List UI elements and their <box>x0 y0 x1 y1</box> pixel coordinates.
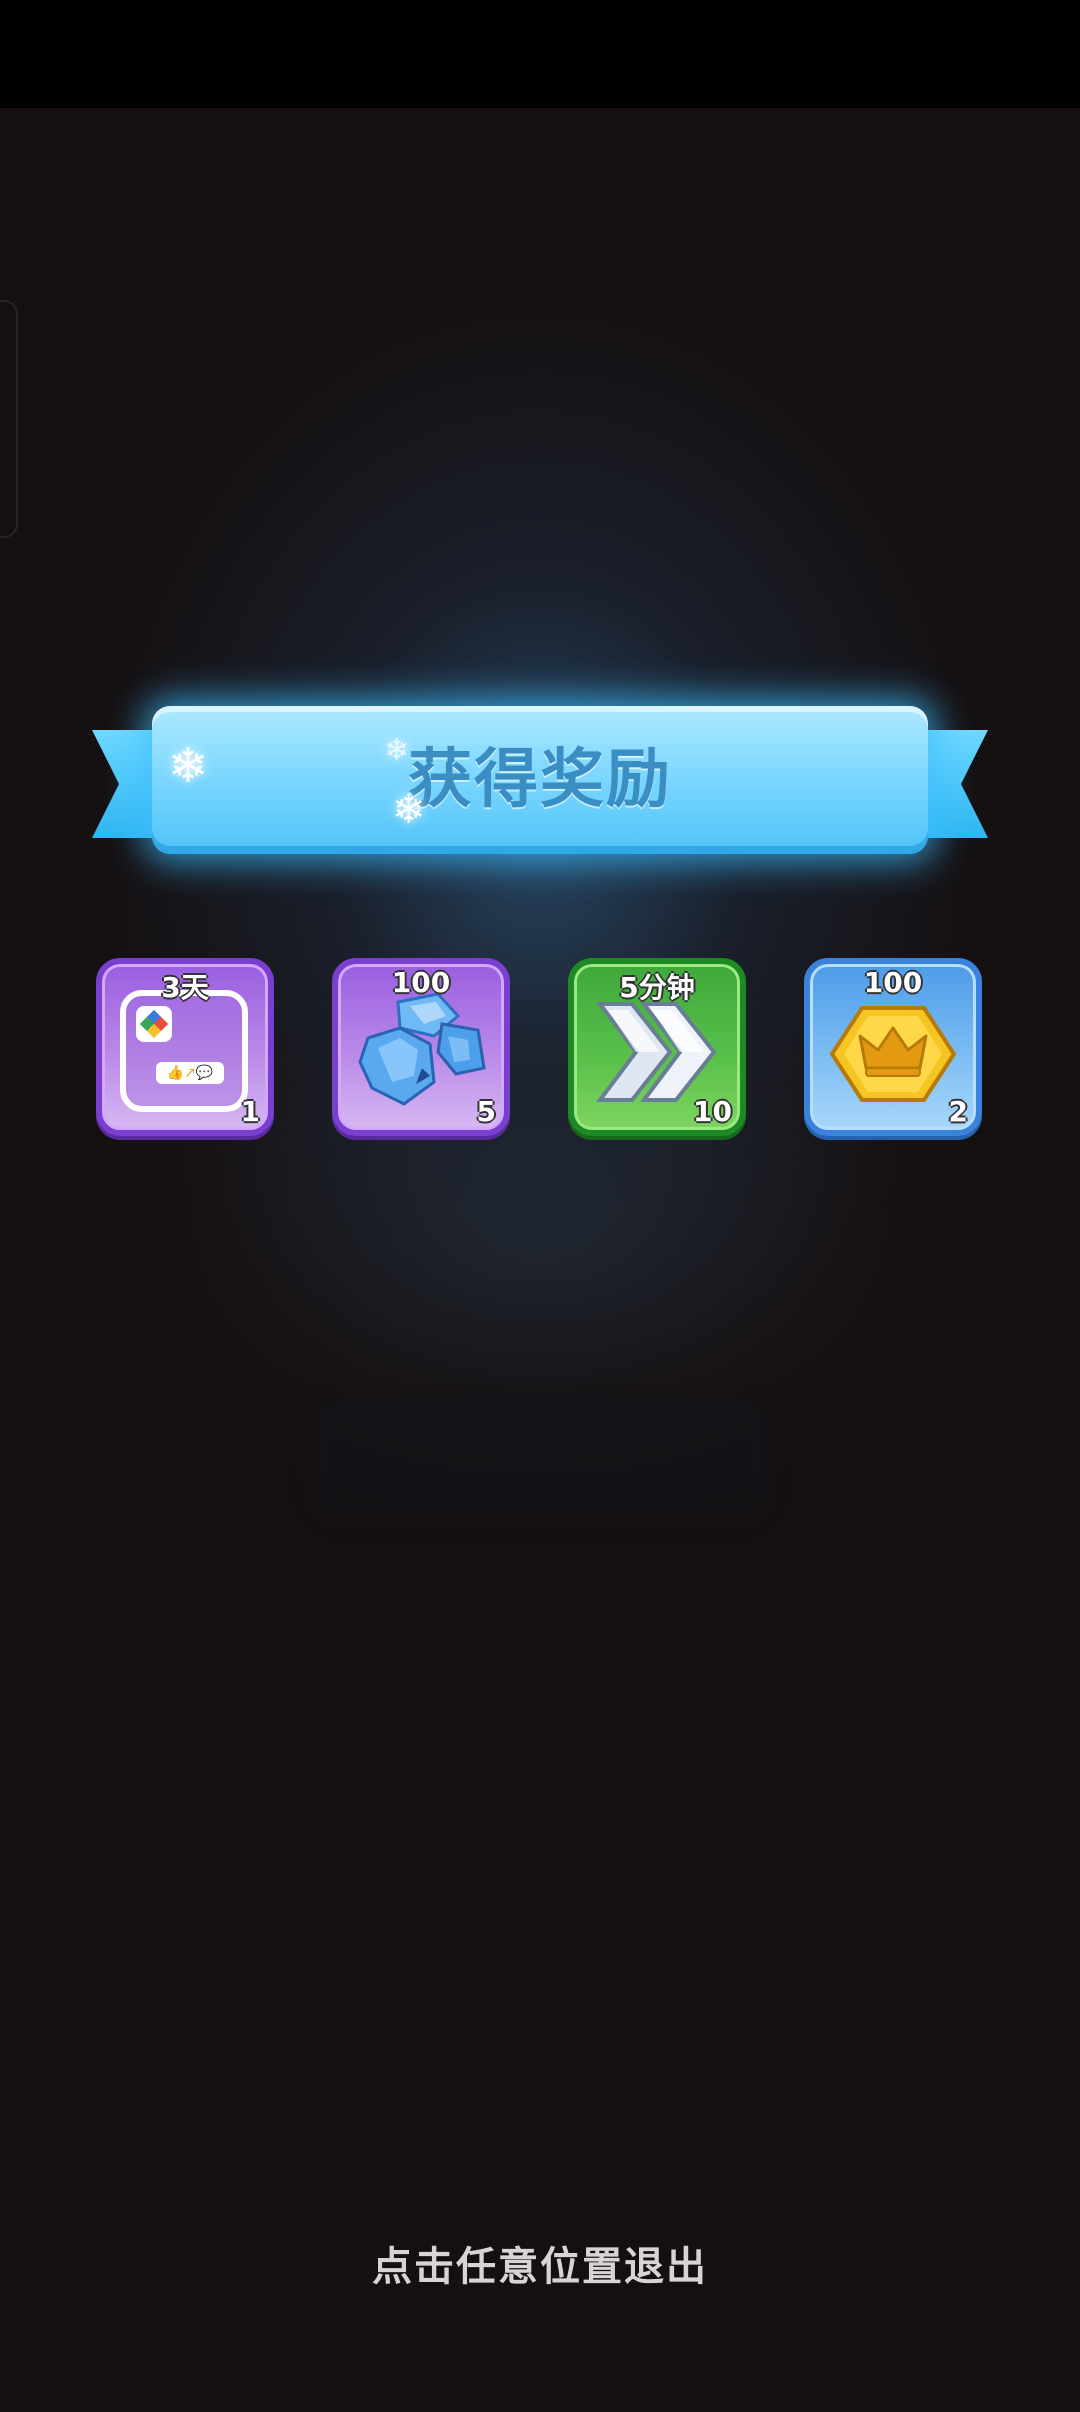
exit-hint[interactable]: 点击任意位置退出 <box>0 2234 1080 2292</box>
reward-item-crown-coin[interactable]: 100 2 <box>804 958 982 1136</box>
avatar-frame-icon: 👍↗💬 <box>120 990 248 1112</box>
reward-duration: 5分钟 <box>619 971 695 1004</box>
reward-banner: 获得奖励 ❄ ❄ ❄ <box>92 700 988 860</box>
snowflake-icon: ❄ <box>384 733 410 768</box>
reward-list: 👍↗💬 3天 1 100 5 5分钟 10 100 2 <box>96 958 984 1138</box>
reward-item-avatar-frame[interactable]: 👍↗💬 3天 1 <box>96 958 274 1136</box>
snowflake-icon: ❄ <box>392 787 426 833</box>
reward-amount: 100 <box>391 966 451 999</box>
reward-amount: 100 <box>863 966 923 999</box>
reward-item-gems[interactable]: 100 5 <box>332 958 510 1136</box>
reward-count: 2 <box>948 1095 968 1128</box>
app-logo-icon <box>136 1006 172 1042</box>
snowflake-icon: ❄ <box>168 738 209 794</box>
status-bar <box>0 0 1080 108</box>
reward-item-speedup[interactable]: 5分钟 10 <box>568 958 746 1136</box>
banner-body: 获得奖励 <box>152 706 928 854</box>
reward-count: 5 <box>476 1095 496 1128</box>
banner-title: 获得奖励 <box>408 743 672 817</box>
reward-count: 1 <box>240 1095 260 1128</box>
reward-panel-shadow <box>310 1400 770 1520</box>
reward-duration: 3天 <box>161 971 209 1004</box>
reaction-badges-icon: 👍↗💬 <box>156 1062 224 1084</box>
reward-count: 10 <box>693 1095 732 1128</box>
